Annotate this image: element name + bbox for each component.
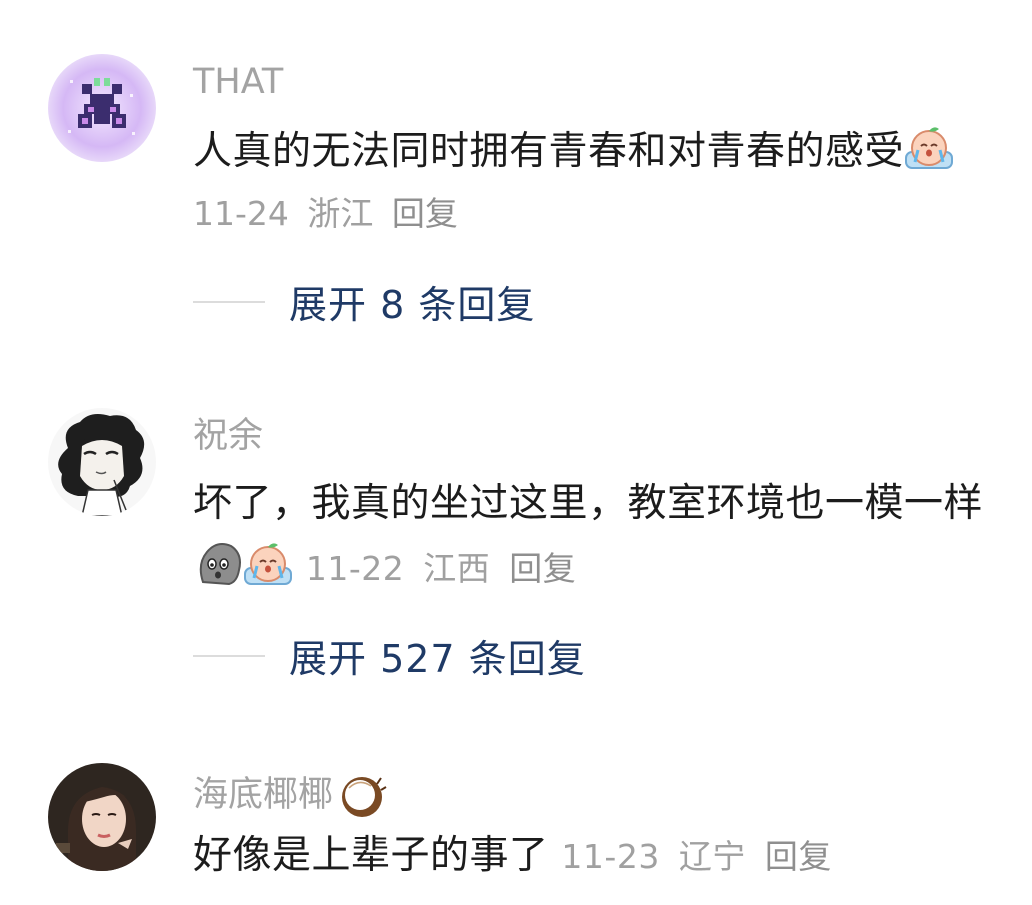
username-text: 海底椰椰 [193, 775, 334, 815]
expand-replies-label: 展开 527 条回复 [289, 637, 586, 681]
comment-text: 人真的无法同时拥有青春和对青春的感受 [193, 120, 1003, 184]
comment-text: 好像是上辈子的事了 11-23 辽宁 回复 [193, 824, 1003, 889]
comment-meta: 11-24 浙江 回复 [193, 192, 466, 236]
avatar[interactable] [48, 408, 156, 516]
reply-button[interactable]: 回复 [765, 837, 832, 876]
username[interactable]: 海底椰椰 [193, 770, 387, 820]
comment-text: 坏了，我真的坐过这里，教室环境也一模一样 11-22 江西 回复 [193, 472, 1003, 601]
divider [193, 654, 265, 657]
reply-button[interactable]: 回复 [392, 194, 458, 233]
comment-text-content: 好像是上辈子的事了 [193, 833, 549, 878]
comment-location: 辽宁 [678, 837, 746, 876]
comment-meta: 11-23 辽宁 回复 [561, 837, 839, 876]
username[interactable]: THAT [193, 60, 283, 104]
expand-replies-button[interactable]: 展开 8 条回复 [193, 274, 535, 329]
shocked-rock-emoji-icon [193, 538, 243, 588]
expand-replies-label: 展开 8 条回复 [289, 283, 536, 327]
comment-meta: 11-22 江西 回复 [306, 549, 584, 588]
username[interactable]: 祝余 [193, 414, 263, 458]
comment-location: 江西 [423, 549, 491, 588]
crying-peach-emoji-icon [904, 122, 954, 172]
comment-date: 11-24 [193, 194, 289, 233]
crying-peach-emoji-icon [243, 538, 293, 588]
divider [193, 300, 265, 303]
comment-text-content: 人真的无法同时拥有青春和对青春的感受 [193, 129, 905, 174]
comment-date: 11-23 [561, 837, 660, 876]
expand-replies-button[interactable]: 展开 527 条回复 [193, 628, 586, 683]
reply-button[interactable]: 回复 [509, 549, 576, 588]
comment-text-content: 坏了，我真的坐过这里，教室环境也一模一样 [193, 481, 984, 526]
avatar[interactable] [48, 763, 156, 871]
comment-location: 浙江 [307, 194, 374, 233]
comment-date: 11-22 [305, 549, 405, 588]
avatar[interactable] [48, 54, 156, 162]
coconut-emoji-icon [337, 770, 387, 820]
